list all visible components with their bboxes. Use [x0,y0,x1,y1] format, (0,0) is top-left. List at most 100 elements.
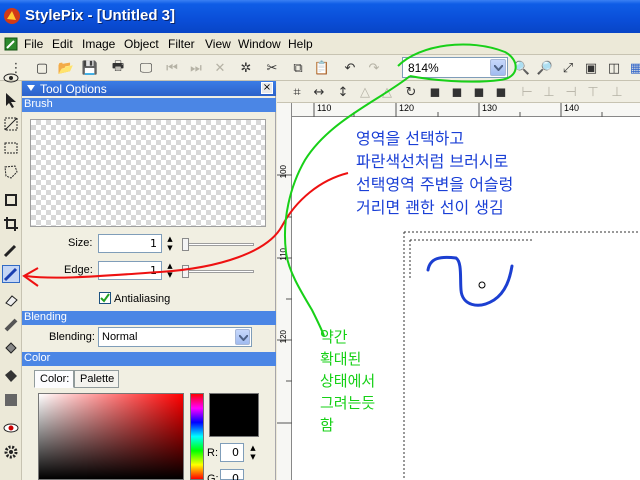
move-horizontal-icon[interactable]: ↔ [309,82,329,102]
menu-bar: File Edit Image Object Filter View Windo… [0,33,640,55]
menu-edit[interactable]: Edit [52,37,73,51]
gradient-icon[interactable] [2,391,20,409]
annotation-line: 영역을 선택하고 [356,129,465,148]
smudge-icon[interactable] [2,315,20,333]
up-arrow-icon[interactable]: ▲ [246,443,260,452]
document-icon[interactable] [3,36,19,52]
crop-icon[interactable]: ⌗ [287,82,307,102]
green-annotation: 약간 확대된 상태에서 그려는듯 함 [320,326,375,436]
open-icon[interactable]: 📂 [56,58,76,78]
ruler-label: 120 [399,103,415,113]
size-slider-thumb[interactable] [182,238,189,251]
menu-object[interactable]: Object [124,37,159,51]
close-doc-icon[interactable]: ✕ [210,58,230,78]
align-right-icon[interactable]: ⊣ [561,82,581,102]
undo-icon[interactable]: ↶ [340,58,360,78]
bucket-icon[interactable] [2,367,20,385]
down-arrow-icon[interactable]: ▼ [163,270,177,279]
menu-image[interactable]: Image [82,37,115,51]
save-icon[interactable]: 💾 [80,58,100,78]
up-arrow-icon[interactable]: ▲ [163,234,177,243]
copy-icon[interactable]: ⧉ [288,58,308,78]
last-icon[interactable]: ⏭ [186,58,206,78]
cut-icon[interactable]: ✂ [262,58,282,78]
fullscreen-icon[interactable]: ◫ [604,58,624,78]
r-input[interactable]: 0 [220,443,244,462]
color-section-header[interactable]: Color [22,352,276,366]
rotate-left-icon[interactable]: △ [355,82,375,102]
tab-palette[interactable]: Palette [74,370,119,388]
monitor-icon[interactable]: 🖵 [136,58,156,78]
rotate-90-icon[interactable]: ↻ [401,82,421,102]
zoom-select[interactable]: 814% [402,57,508,78]
actual-size-icon[interactable]: ▣ [581,58,601,78]
annotation-line: 약간 [320,328,348,346]
up-arrow-icon[interactable]: ▲ [163,261,177,270]
size-slider[interactable] [182,243,254,246]
edge-stepper[interactable]: ▲ ▼ [163,261,177,280]
zoom-in-icon[interactable]: 🔍 [512,58,532,78]
r-label: R: [207,447,218,459]
collapse-arrow-icon[interactable] [27,85,35,91]
gear-icon[interactable] [2,443,20,461]
down-arrow-icon[interactable]: ▼ [246,452,260,461]
rotate-right-icon[interactable]: △ [377,82,397,102]
free-select-icon[interactable] [2,163,20,181]
align-left-icon[interactable]: ⊢ [517,82,537,102]
r-stepper[interactable]: ▲ ▼ [246,443,260,462]
edge-input[interactable]: 1 [98,261,162,280]
move-vertical-icon[interactable]: ↕ [333,82,353,102]
blending-section-header[interactable]: Blending [22,311,276,325]
layer-back-icon[interactable]: ◼ [491,82,511,102]
antialiasing-checkbox[interactable] [99,292,111,304]
brush-section-header[interactable]: Brush [22,98,276,112]
redo-icon[interactable]: ↷ [364,58,384,78]
current-color-swatch[interactable] [209,393,259,437]
zoom-out-icon[interactable]: 🔎 [535,58,555,78]
window-icon[interactable]: ▦ [626,58,640,78]
red-eye-icon[interactable] [2,419,20,437]
crop-icon[interactable] [2,215,20,233]
layer-front-icon[interactable]: ◼ [425,82,445,102]
print-icon[interactable]: 🖶 [108,58,128,78]
size-stepper[interactable]: ▲ ▼ [163,234,177,253]
rect-select-icon[interactable] [2,139,20,157]
menu-filter[interactable]: Filter [168,37,195,51]
transform-icon[interactable] [2,191,20,209]
hue-slider[interactable] [190,393,204,480]
lasso-select-icon[interactable] [2,115,20,133]
settings-icon[interactable]: ✲ [236,58,256,78]
down-arrow-icon[interactable]: ▼ [163,243,177,252]
fit-icon[interactable]: ⤢ [558,58,578,78]
title-bar: StylePix - [Untitled 3] [0,0,640,33]
blending-select[interactable]: Normal [98,327,252,347]
align-center-icon[interactable]: ⊥ [539,82,559,102]
color-picker-field[interactable] [38,393,184,480]
chevron-down-icon[interactable] [490,59,506,76]
edge-slider[interactable] [182,270,254,273]
layer-up-icon[interactable]: ◼ [447,82,467,102]
g-input[interactable]: 0 [220,469,244,480]
menu-view[interactable]: View [205,37,231,51]
paste-icon[interactable]: 📋 [312,58,332,78]
close-icon[interactable]: × [261,82,273,94]
first-icon[interactable]: ⏮ [162,58,182,78]
chevron-down-icon[interactable] [235,329,250,345]
eye-icon[interactable] [2,69,20,87]
pencil-icon[interactable] [2,241,20,259]
menu-file[interactable]: File [24,37,43,51]
eraser-icon[interactable] [2,291,20,309]
fill-icon[interactable] [2,339,20,357]
menu-help[interactable]: Help [288,37,313,51]
align-top-icon[interactable]: ⊤ [583,82,603,102]
align-bottom-icon[interactable]: ⊥ [607,82,627,102]
layer-down-icon[interactable]: ◼ [469,82,489,102]
size-input[interactable]: 1 [98,234,162,253]
new-icon[interactable]: ▢ [32,58,52,78]
brush-icon[interactable] [2,265,20,283]
tool-options-panel: Tool Options × Brush Size: 1 ▲ ▼ Edge: 1 … [22,81,276,480]
pointer-icon[interactable] [2,91,20,109]
edge-slider-thumb[interactable] [182,265,189,278]
tab-color[interactable]: Color: [34,370,74,388]
menu-window[interactable]: Window [238,37,281,51]
